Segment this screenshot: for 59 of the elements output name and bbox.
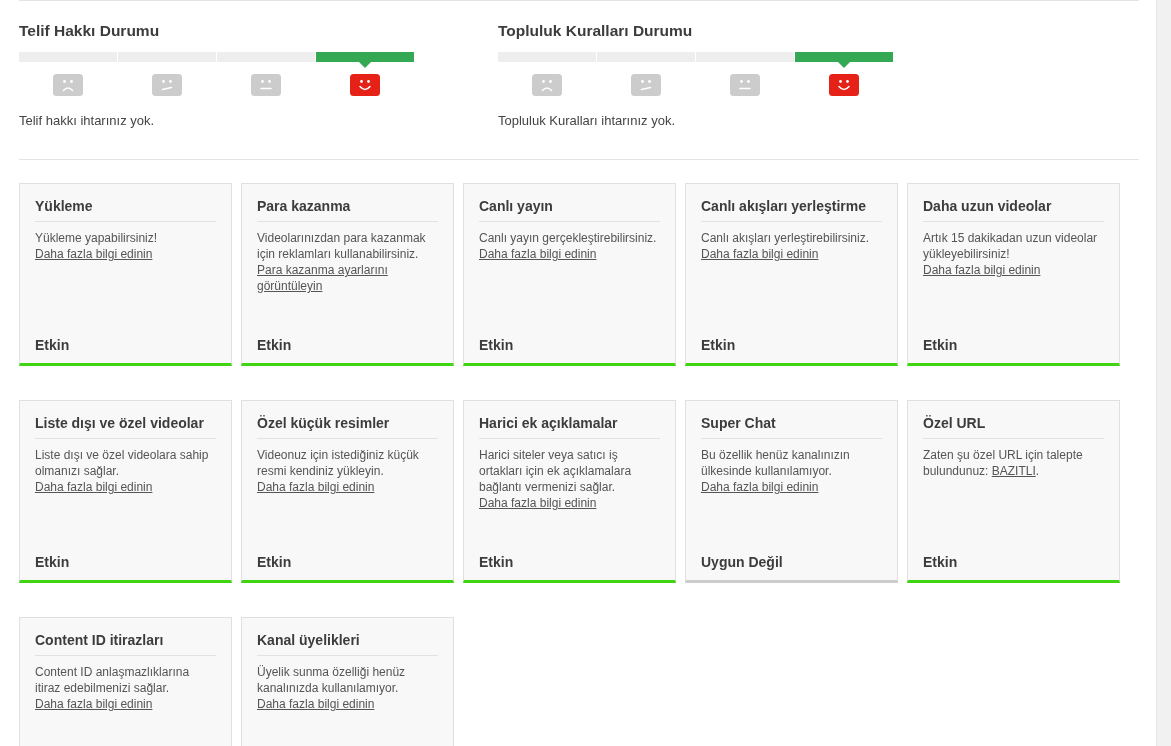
- status-label: Etkin: [35, 553, 71, 572]
- card-title: Harici ek açıklamalar: [479, 413, 660, 439]
- card-description: Liste dışı ve özel videolara sahip olmanızı sağlar. Daha fazla bilgi edinin: [35, 447, 210, 497]
- text-link[interactable]: Daha fazla bilgi edinin: [35, 246, 153, 262]
- card-title: Daha uzun videolar: [923, 196, 1104, 222]
- text-link[interactable]: Para kazanma ayarlarını görüntüleyin: [257, 262, 438, 294]
- card-title: Para kazanma: [257, 196, 438, 222]
- card-description: Videonuz için istediğiniz küçük resmi kendiniz yükleyin. Daha fazla bilgi edinin: [257, 447, 420, 497]
- status-label: Uygun Değil: [701, 553, 784, 572]
- neutral-face-icon: [730, 74, 760, 96]
- text-link[interactable]: Daha fazla bilgi edinin: [701, 246, 819, 262]
- section-title: Telif Hakkı Durumu: [19, 21, 161, 41]
- neutral-face-icon: [251, 74, 281, 96]
- card-description: Videolarınızdan para kazanmak için reklamları kullanabilirsiniz. Para kazanma ayarlarını görüntüleyin: [257, 230, 438, 335]
- status-label: Etkin: [35, 336, 71, 355]
- status-message: Topluluk Kuralları ihtarınız yok.: [498, 113, 677, 129]
- card-title: Canlı akışları yerleştirme: [701, 196, 882, 222]
- text-link[interactable]: Daha fazla bilgi edinin: [35, 479, 153, 495]
- card-description: Bu özellik henüz kanalınızın ülkesinde kullanılamıyor. Daha fazla bilgi edinin: [701, 447, 851, 497]
- sad-face-icon: [532, 74, 562, 96]
- card-description: Yükleme yapabilirsiniz! Daha fazla bilgi edinin: [35, 230, 159, 264]
- card-title: Özel URL: [923, 413, 1104, 439]
- card-description: Artık 15 dakikadan uzun videolar yükleyebilirsiniz! Daha fazla bilgi edinin: [923, 230, 1099, 280]
- status-label: Etkin: [257, 336, 293, 355]
- card-description: Content ID anlaşmazlıklarına itiraz edebilmenizi sağlar. Daha fazla bilgi edinin: [35, 664, 191, 714]
- status-label: Etkin: [257, 553, 293, 572]
- status-label: Etkin: [701, 336, 737, 355]
- status-label: Etkin: [923, 336, 959, 355]
- text-link[interactable]: Daha fazla bilgi edinin: [35, 696, 153, 712]
- card-description: Zaten şu özel URL için talepte bulundunuz: BAZITLI.: [923, 447, 1084, 481]
- card-title: Canlı yayın: [479, 196, 660, 222]
- sad-face-icon: [53, 74, 83, 96]
- card-description: Canlı akışları yerleştirebilirsiniz. Daha fazla bilgi edinin: [701, 230, 871, 264]
- status-message: Telif hakkı ihtarınız yok.: [19, 113, 156, 129]
- status-label: Etkin: [923, 553, 959, 572]
- card-title: Super Chat: [701, 413, 882, 439]
- status-label: Etkin: [479, 336, 515, 355]
- card-description: Üyelik sunma özelliği henüz kanalınızda kullanılamıyor. Daha fazla bilgi edinin: [257, 664, 407, 714]
- text-link[interactable]: Daha fazla bilgi edinin: [923, 262, 1041, 278]
- uneasy-face-icon: [631, 74, 661, 96]
- card-title: Özel küçük resimler: [257, 413, 438, 439]
- card-title: Kanal üyelikleri: [257, 630, 438, 656]
- text-link[interactable]: Daha fazla bilgi edinin: [257, 479, 375, 495]
- text-link[interactable]: BAZITLI: [991, 463, 1036, 479]
- scrollbar-track[interactable]: [1156, 0, 1171, 746]
- smiling-face-icon: [829, 74, 859, 96]
- text-link[interactable]: Daha fazla bilgi edinin: [257, 696, 375, 712]
- text-link[interactable]: Daha fazla bilgi edinin: [479, 495, 597, 511]
- smiling-face-icon: [350, 74, 380, 96]
- uneasy-face-icon: [152, 74, 182, 96]
- card-description: Harici siteler veya satıcı iş ortakları için ek açıklamalara bağlantı vermenizi sağlar. Daha fazla bilgi edinin: [479, 447, 633, 513]
- status-label: Etkin: [479, 553, 515, 572]
- text-link[interactable]: Daha fazla bilgi edinin: [479, 246, 597, 262]
- section-title: Topluluk Kuralları Durumu: [498, 21, 694, 41]
- card-description: Canlı yayın gerçekleştirebilirsiniz. Daha fazla bilgi edinin: [479, 230, 658, 264]
- text-link[interactable]: Daha fazla bilgi edinin: [701, 479, 819, 495]
- card-title: Yükleme: [35, 196, 216, 222]
- card-title: Content ID itirazları: [35, 630, 216, 656]
- card-title: Liste dışı ve özel videolar: [35, 413, 216, 439]
